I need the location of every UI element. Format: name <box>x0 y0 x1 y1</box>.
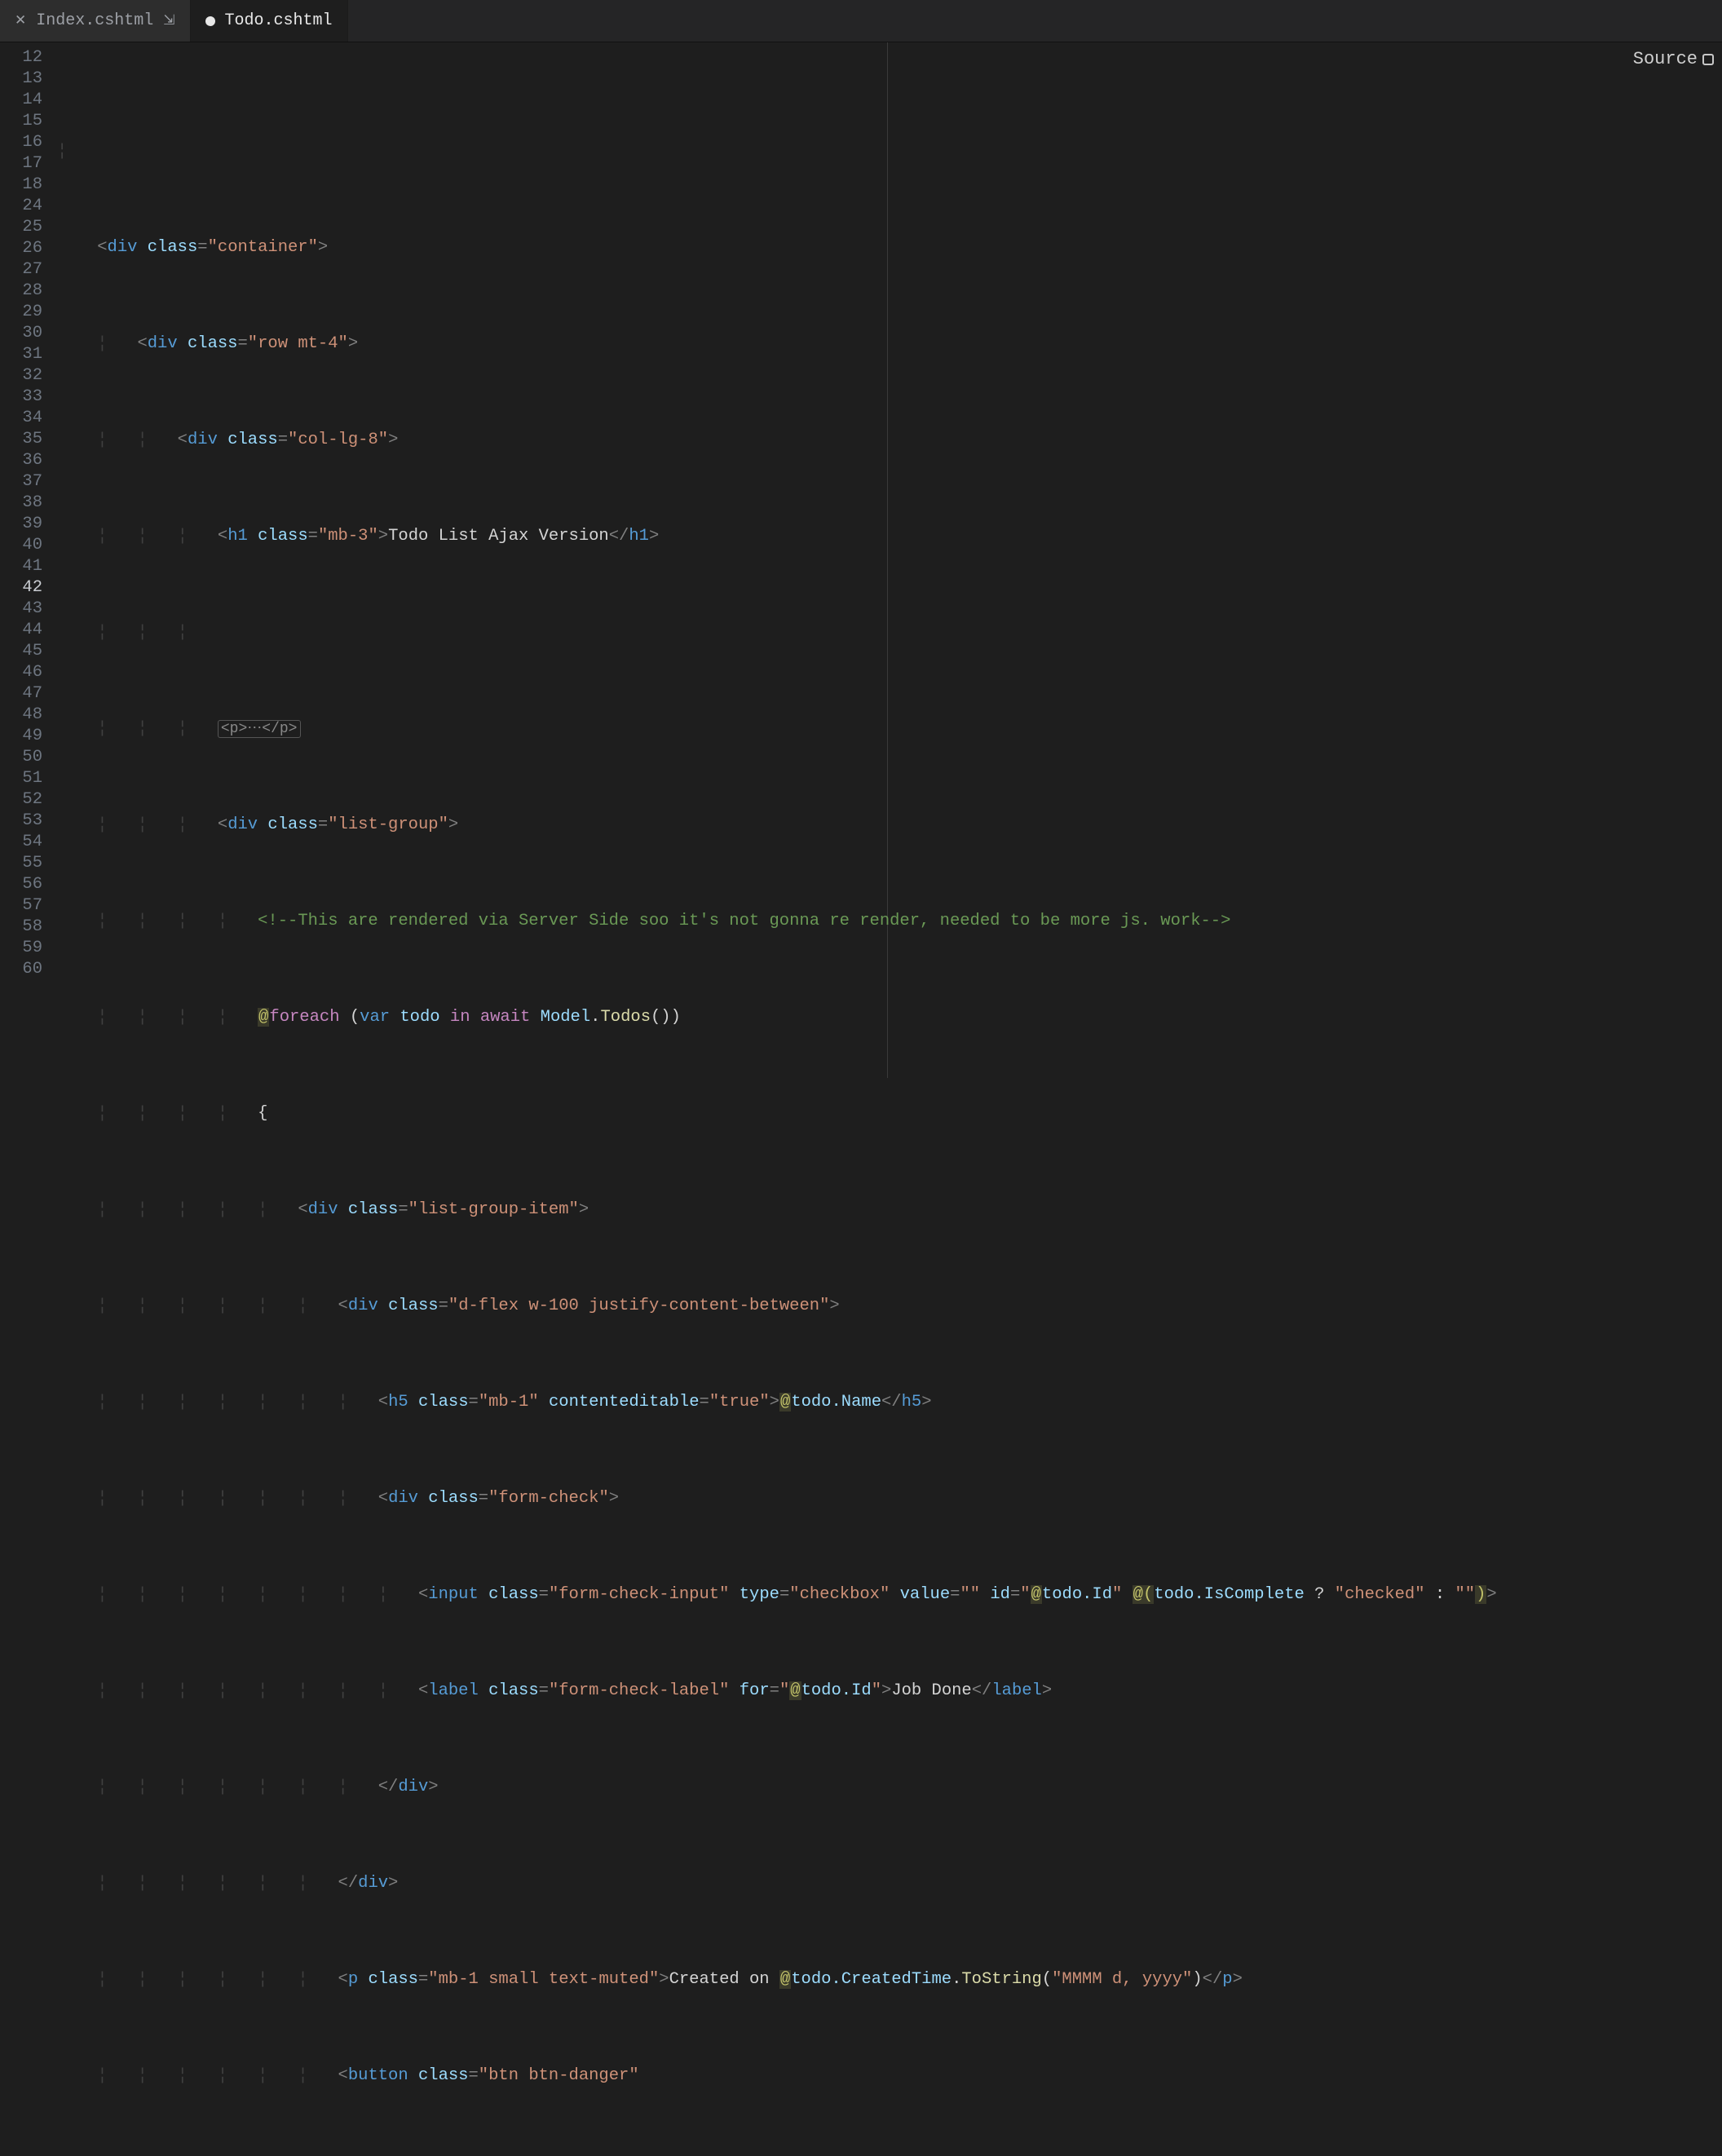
line-number: 16 <box>0 132 42 153</box>
line-number: 55 <box>0 853 42 874</box>
line-number: 48 <box>0 705 42 726</box>
line-number: 51 <box>0 768 42 789</box>
line-number: 49 <box>0 726 42 747</box>
line-number: 14 <box>0 90 42 111</box>
line-number: 32 <box>0 365 42 387</box>
line-number: 47 <box>0 683 42 705</box>
tab-label: Todo.cshtml <box>225 11 333 30</box>
line-number: 28 <box>0 281 42 302</box>
line-number: 57 <box>0 895 42 917</box>
line-number: 37 <box>0 471 42 493</box>
line-number: 50 <box>0 747 42 768</box>
code-line: ¦ ¦ ¦ ¦ ¦ ¦ ¦ <h5 class="mb-1" contented… <box>57 1392 1722 1413</box>
code-line: ¦ <box>57 141 1722 162</box>
code-line: ¦ ¦ <div class="col-lg-8"> <box>57 430 1722 451</box>
line-number: 42 <box>0 577 42 599</box>
line-number: 44 <box>0 620 42 641</box>
code-line: <div class="container"> <box>57 237 1722 258</box>
line-number: 58 <box>0 917 42 938</box>
line-number: 33 <box>0 387 42 408</box>
editor-tab-bar: ✕ Index.cshtml ⇲ Todo.cshtml <box>0 0 1722 42</box>
code-line: ¦ ¦ ¦ ¦ ¦ ¦ ¦ ¦ <label class="form-check… <box>57 1681 1722 1702</box>
line-number: 36 <box>0 450 42 471</box>
line-number: 30 <box>0 323 42 344</box>
pin-icon[interactable]: ⇲ <box>163 12 174 29</box>
line-number: 59 <box>0 938 42 959</box>
line-number: 52 <box>0 789 42 811</box>
code-line: ¦ ¦ ¦ ¦ @foreach (var todo in await Mode… <box>57 1007 1722 1028</box>
line-number: 60 <box>0 959 42 980</box>
code-line: ¦ ¦ ¦ <h1 class="mb-3">Todo List Ajax Ve… <box>57 526 1722 547</box>
code-line: ¦ ¦ ¦ <p>⋯</p> <box>57 718 1722 740</box>
scrollbar[interactable] <box>1715 42 1722 1078</box>
line-number: 43 <box>0 599 42 620</box>
code-line: ¦ <div class="row mt-4"> <box>57 334 1722 355</box>
tab-label: Index.cshtml <box>36 11 153 30</box>
code-line: ¦ ¦ ¦ <box>57 622 1722 643</box>
code-area[interactable]: ¦ <div class="container"> ¦ <div class="… <box>57 42 1722 1078</box>
code-line: ¦ ¦ ¦ ¦ ¦ <div class="list-group-item"> <box>57 1199 1722 1221</box>
line-number: 31 <box>0 344 42 365</box>
line-number: 25 <box>0 217 42 238</box>
line-number: 13 <box>0 68 42 90</box>
line-number: 54 <box>0 832 42 853</box>
line-number: 53 <box>0 811 42 832</box>
line-number: 34 <box>0 408 42 429</box>
line-number: 29 <box>0 302 42 323</box>
line-number: 38 <box>0 493 42 514</box>
line-number: 35 <box>0 429 42 450</box>
code-line: ¦ ¦ ¦ ¦ <!--This are rendered via Server… <box>57 911 1722 932</box>
code-line: ¦ ¦ ¦ ¦ ¦ ¦ ¦ <div class="form-check"> <box>57 1488 1722 1509</box>
line-number: 40 <box>0 535 42 556</box>
close-icon[interactable]: ✕ <box>15 12 26 29</box>
line-number: 24 <box>0 196 42 217</box>
tab-index-cshtml[interactable]: ✕ Index.cshtml ⇲ <box>0 0 191 42</box>
line-number: 56 <box>0 874 42 895</box>
line-number: 12 <box>0 47 42 68</box>
code-line: ¦ ¦ ¦ ¦ ¦ ¦ </div> <box>57 1873 1722 1894</box>
code-line: ¦ ¦ ¦ ¦ ¦ ¦ ¦ ¦ <input class="form-check… <box>57 1584 1722 1606</box>
line-number: 46 <box>0 662 42 683</box>
folded-region[interactable]: <p>⋯</p> <box>218 720 301 738</box>
line-number-gutter: 12 13 14 15 16 17 18 24 25 26 27 28 29 3… <box>0 42 57 1078</box>
code-line: ¦ ¦ ¦ ¦ ¦ ¦ ¦ </div> <box>57 1777 1722 1798</box>
dirty-indicator-icon <box>205 16 215 26</box>
tab-todo-cshtml[interactable]: Todo.cshtml <box>191 0 348 42</box>
code-line: ¦ ¦ ¦ <div class="list-group"> <box>57 815 1722 836</box>
code-line: ¦ ¦ ¦ ¦ ¦ ¦ <div class="d-flex w-100 jus… <box>57 1296 1722 1317</box>
line-number: 26 <box>0 238 42 259</box>
line-number: 15 <box>0 111 42 132</box>
line-number: 27 <box>0 259 42 281</box>
line-number: 41 <box>0 556 42 577</box>
code-editor[interactable]: 12 13 14 15 16 17 18 24 25 26 27 28 29 3… <box>0 42 1722 1078</box>
code-line: ¦ ¦ ¦ ¦ { <box>57 1103 1722 1124</box>
line-number: 18 <box>0 175 42 196</box>
line-number: 39 <box>0 514 42 535</box>
code-line: ¦ ¦ ¦ ¦ ¦ ¦ <p class="mb-1 small text-mu… <box>57 1969 1722 1990</box>
code-line: ¦ ¦ ¦ ¦ ¦ ¦ <button class="btn btn-dange… <box>57 2065 1722 2087</box>
line-number: 45 <box>0 641 42 662</box>
line-number: 17 <box>0 153 42 175</box>
